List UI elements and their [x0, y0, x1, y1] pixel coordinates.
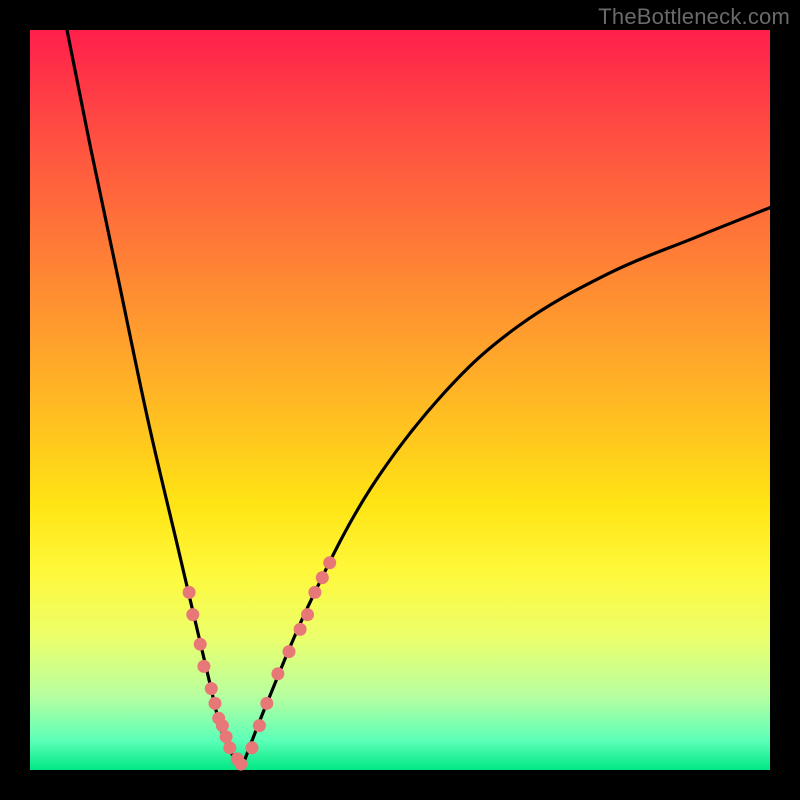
marker-dot	[186, 608, 199, 621]
marker-dot	[246, 741, 259, 754]
marker-dot	[220, 730, 233, 743]
marker-dot	[194, 638, 207, 651]
marker-dot	[260, 697, 273, 710]
v-curve	[67, 30, 770, 777]
marker-dot	[308, 586, 321, 599]
outer-frame: TheBottleneck.com	[0, 0, 800, 800]
marker-dot	[316, 571, 329, 584]
marker-dot	[223, 741, 236, 754]
marker-dot	[294, 623, 307, 636]
marker-dot	[271, 667, 284, 680]
marker-dot	[209, 697, 222, 710]
watermark-text: TheBottleneck.com	[598, 4, 790, 30]
marker-dots	[183, 556, 337, 770]
marker-dot	[253, 719, 266, 732]
marker-dot	[234, 758, 247, 771]
marker-dot	[283, 645, 296, 658]
chart-overlay	[30, 30, 770, 770]
marker-dot	[216, 719, 229, 732]
marker-dot	[183, 586, 196, 599]
marker-dot	[197, 660, 210, 673]
marker-dot	[205, 682, 218, 695]
marker-dot	[301, 608, 314, 621]
marker-dot	[323, 556, 336, 569]
